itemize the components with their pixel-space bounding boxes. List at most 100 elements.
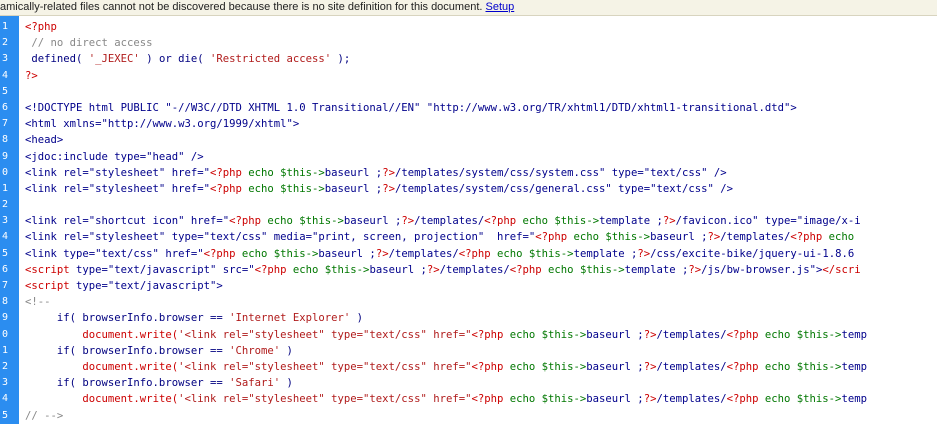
- code-token: <?php: [471, 328, 504, 341]
- code-token: <?php: [535, 231, 568, 244]
- code-token: echo $this->: [503, 393, 587, 406]
- line-number: 4: [2, 231, 9, 243]
- code-line[interactable]: 4 ?>: [0, 68, 937, 84]
- code-editor[interactable]: 1 <?php 2 // no direct access 3 defined( '_…: [0, 19, 937, 424]
- code-line[interactable]: 8 <head>: [0, 132, 937, 148]
- code-line[interactable]: 9 <jdoc:include type="head" />: [0, 149, 937, 165]
- code-line[interactable]: 1 if( browserInfo.browser == 'Chrome' ): [0, 343, 937, 359]
- code-token: <?php: [203, 247, 236, 260]
- code-token: ?>: [375, 247, 389, 260]
- code-token: <?php: [471, 393, 504, 406]
- code-token: ?>: [25, 69, 38, 82]
- line-number: 5: [2, 85, 9, 97]
- code-line[interactable]: 1 <link rel="stylesheet" href="<?php echo…: [0, 181, 937, 197]
- code-token: ?>: [382, 166, 395, 179]
- code-line[interactable]: 6 <!DOCTYPE html PUBLIC "-//W3C//DTD XHTM…: [0, 100, 937, 116]
- info-bar-message: amically-related files cannot not be dis…: [0, 1, 483, 13]
- code-token: ?>: [688, 263, 702, 276]
- line-number: 9: [2, 150, 9, 162]
- code-text: <link rel="stylesheet" type="text/css" m…: [25, 229, 937, 245]
- code-token: <link type="text/css" href=": [25, 247, 204, 260]
- line-number: 4: [2, 69, 9, 81]
- code-token: template ;: [624, 263, 689, 276]
- code-token: /favicon.ico" type="image/x-i: [675, 215, 861, 228]
- line-number: 0: [2, 328, 9, 340]
- code-token: baseurl ;: [586, 360, 644, 373]
- code-line[interactable]: 3 defined( '_JEXEC' ) or die( 'Restricte…: [0, 51, 937, 67]
- code-token: <!DOCTYPE html PUBLIC "-//W3C//DTD XHTML…: [25, 101, 797, 114]
- code-text: document.write('<link rel="stylesheet" t…: [25, 391, 937, 407]
- code-line[interactable]: 5: [0, 84, 937, 100]
- code-line[interactable]: 2 document.write('<link rel="stylesheet"…: [0, 359, 937, 375]
- code-line[interactable]: 3 if( browserInfo.browser == 'Safari' ): [0, 375, 937, 391]
- code-token: ?>: [643, 328, 657, 341]
- code-line[interactable]: 1 <?php: [0, 19, 937, 35]
- line-number: 7: [2, 118, 9, 130]
- line-number: 3: [2, 377, 9, 389]
- code-text: <head>: [25, 132, 937, 148]
- line-number: 5: [2, 247, 9, 259]
- code-line[interactable]: 9 if( browserInfo.browser == 'Internet E…: [0, 310, 937, 326]
- code-token: ?>: [643, 393, 657, 406]
- line-number: 3: [2, 215, 9, 227]
- code-text: <script type="text/javascript" src="<?ph…: [25, 262, 937, 278]
- code-line[interactable]: 7 <html xmlns="http://www.w3.org/1999/xht…: [0, 116, 937, 132]
- line-number: 8: [2, 134, 9, 146]
- code-text: ?>: [25, 68, 937, 84]
- code-token: <?php: [25, 21, 57, 33]
- code-token: defined(: [25, 53, 89, 66]
- code-text: if( browserInfo.browser == 'Safari' ): [25, 375, 937, 391]
- code-token: ?>: [637, 247, 651, 260]
- code-token: <?php: [229, 215, 261, 228]
- code-token: 'Internet Explorer': [229, 312, 351, 325]
- code-line[interactable]: 6 <script type="text/javascript" src="<?p…: [0, 262, 937, 278]
- code-line[interactable]: 7 <script type="text/javascript">: [0, 278, 937, 294]
- code-token: if( browserInfo.browser ==: [25, 344, 230, 357]
- code-text: document.write('<link rel="stylesheet" t…: [25, 327, 937, 343]
- code-token: echo $this->: [241, 166, 325, 179]
- code-token: <head>: [25, 134, 64, 147]
- code-token: 'Safari': [229, 377, 281, 390]
- code-line[interactable]: 4 <link rel="stylesheet" type="text/css" …: [0, 229, 937, 245]
- code-token: echo $this->: [567, 231, 651, 244]
- code-token: // -->: [25, 409, 64, 422]
- code-text: <!DOCTYPE html PUBLIC "-//W3C//DTD XHTML…: [25, 100, 937, 116]
- code-token: <?php: [509, 263, 542, 276]
- code-token: document.write(: [82, 328, 179, 341]
- line-number: 1: [2, 21, 9, 32]
- code-line[interactable]: 2 // no direct access: [0, 35, 937, 51]
- code-token: /templates/system/css/general.css" type=…: [394, 182, 733, 195]
- code-line[interactable]: 0 <link rel="stylesheet" href="<?php echo…: [0, 165, 937, 181]
- line-number: 6: [2, 101, 9, 113]
- code-token: '<link rel="stylesheet" type="text/css" …: [178, 328, 472, 341]
- code-token: echo $this->: [235, 247, 319, 260]
- code-line[interactable]: 8 <!--: [0, 294, 937, 310]
- code-token: <link rel="stylesheet" href=": [25, 182, 210, 195]
- code-token: /templates/: [414, 215, 485, 228]
- code-line[interactable]: 3 <link rel="shortcut icon" href="<?php e…: [0, 213, 937, 229]
- code-token: '<link rel="stylesheet" type="text/css" …: [178, 393, 472, 406]
- setup-link[interactable]: Setup: [486, 1, 515, 13]
- line-number: 2: [2, 37, 9, 49]
- code-line[interactable]: 5 <link type="text/css" href="<?php echo …: [0, 246, 937, 262]
- code-line[interactable]: 0 document.write('<link rel="stylesheet"…: [0, 327, 937, 343]
- code-token: baseurl ;: [324, 166, 383, 179]
- code-token: <?php: [209, 166, 242, 179]
- line-number: 7: [2, 280, 9, 291]
- code-text: defined( '_JEXEC' ) or die( 'Restricted …: [25, 51, 937, 67]
- code-token: echo $this->: [503, 328, 587, 341]
- code-line[interactable]: 5 // -->: [0, 408, 937, 424]
- code-text: <jdoc:include type="head" />: [25, 149, 937, 165]
- code-token: document.write(: [82, 360, 179, 373]
- code-token: /templates/: [388, 247, 459, 260]
- code-token: '<link rel="stylesheet" type="text/css" …: [178, 360, 472, 373]
- line-number: 6: [2, 263, 9, 275]
- code-token: echo $this->: [541, 263, 625, 276]
- code-token: <?php: [254, 263, 287, 276]
- line-number: 1: [2, 344, 9, 356]
- code-line[interactable]: 2: [0, 197, 937, 213]
- code-token: baseurl ;: [650, 231, 708, 244]
- code-line[interactable]: 4 document.write('<link rel="stylesheet"…: [0, 391, 937, 407]
